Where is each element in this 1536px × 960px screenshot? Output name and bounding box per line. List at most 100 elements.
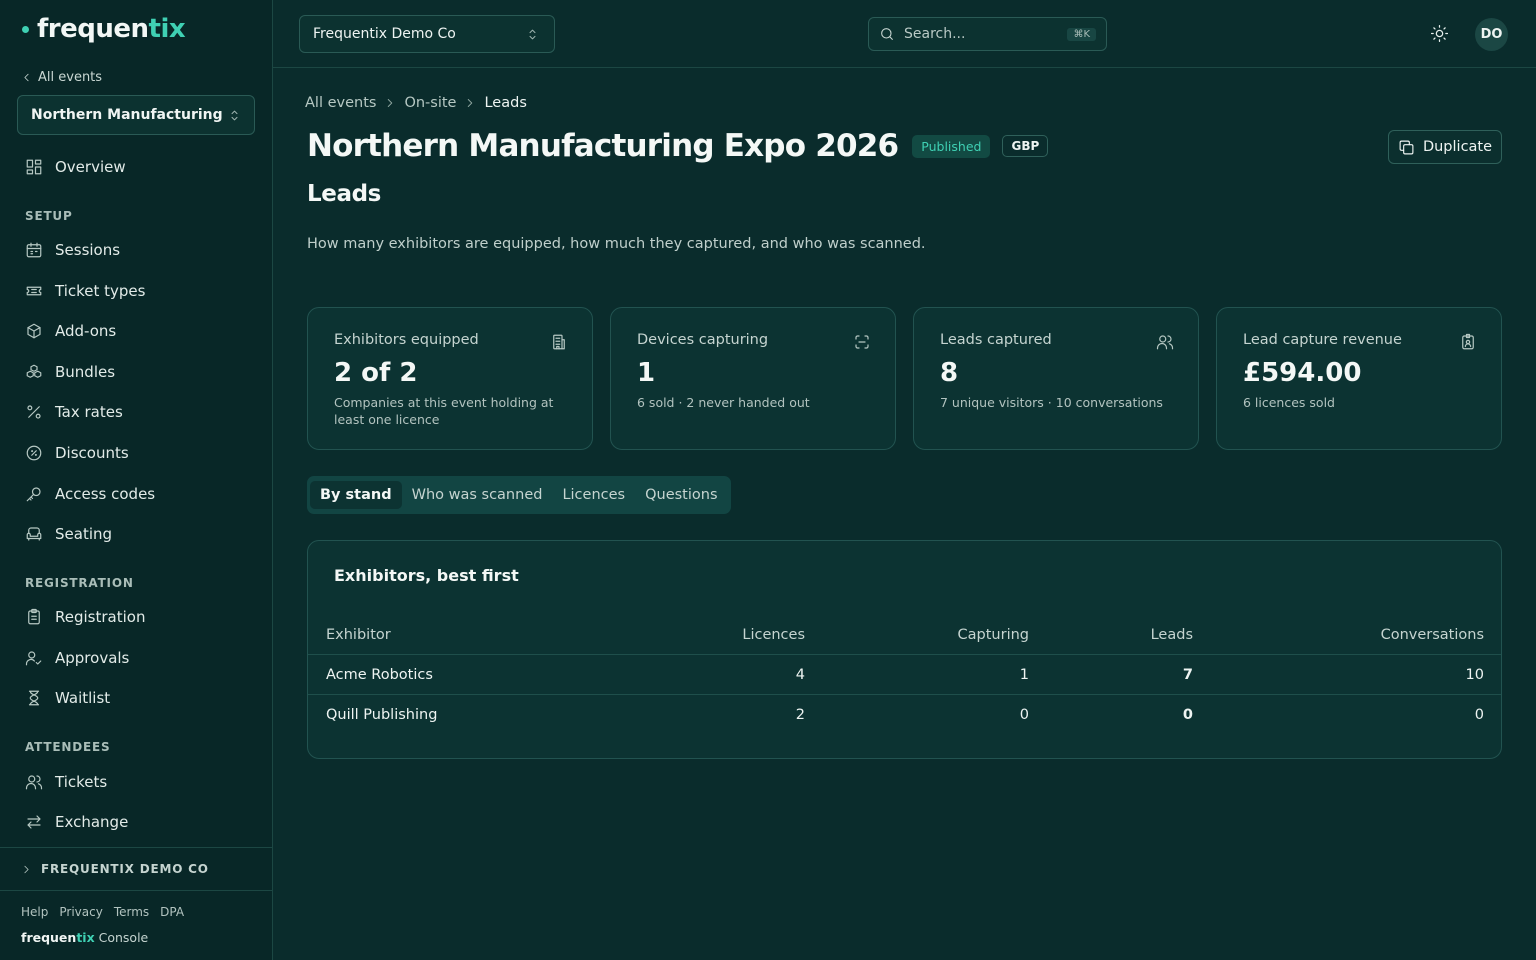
footer-link-terms[interactable]: Terms <box>114 905 149 919</box>
sidebar-item-ticket-types[interactable]: Ticket types <box>25 279 145 303</box>
tab-who-was-scanned[interactable]: Who was scanned <box>402 481 553 509</box>
stat-label: Lead capture revenue <box>1243 332 1402 348</box>
sidebar-item-registration[interactable]: Registration <box>25 605 145 629</box>
breadcrumb: All events On-site Leads <box>305 95 527 111</box>
tab-licences[interactable]: Licences <box>552 481 635 509</box>
stat-value: £594.00 <box>1243 358 1362 388</box>
badge-percent-icon <box>26 445 42 461</box>
topbar: Frequentix Demo Co Search... ⌘K DO <box>273 0 1536 68</box>
sidebar-item-label: Bundles <box>55 363 116 381</box>
logo[interactable]: frequentix <box>22 14 186 44</box>
percent-icon <box>27 405 41 419</box>
sidebar-item-bundles[interactable]: Bundles <box>25 360 115 384</box>
cell-leads: 7 <box>1182 666 1193 683</box>
duplicate-button-label: Duplicate <box>1422 139 1493 155</box>
search-input[interactable]: Search... ⌘K <box>868 17 1107 51</box>
nav-section-registration: REGISTRATION <box>25 576 134 590</box>
users-icon <box>25 775 43 790</box>
org-switcher[interactable]: FREQUENTIX DEMO CO <box>0 847 272 891</box>
stat-label: Exhibitors equipped <box>334 332 479 348</box>
stat-value: 1 <box>637 358 656 388</box>
badge-icon <box>1462 333 1474 350</box>
sidebar-item-label: Seating <box>55 525 113 543</box>
organization-select-value: Frequentix Demo Co <box>313 26 456 42</box>
footer-link-dpa[interactable]: DPA <box>160 905 184 919</box>
tab-questions[interactable]: Questions <box>635 481 727 509</box>
clipboard-icon <box>28 608 40 625</box>
chevrons-up-down-icon <box>529 29 536 39</box>
column-header-licences[interactable]: Licences <box>742 627 805 643</box>
sidebar-item-access-codes[interactable]: Access codes <box>25 482 155 506</box>
stat-subtext: 6 licences sold <box>1243 395 1335 410</box>
section-title: Leads <box>307 181 381 207</box>
sidebar-item-label: Tax rates <box>55 403 123 421</box>
sidebar-item-exchange[interactable]: Exchange <box>25 810 128 834</box>
tab-by-stand[interactable]: By stand <box>310 481 402 509</box>
sidebar-item-label: Add-ons <box>55 322 117 340</box>
sidebar-item-label: Sessions <box>55 241 121 259</box>
back-link-label: All events <box>38 70 103 85</box>
logo-dot <box>22 25 29 33</box>
duplicate-button[interactable]: Duplicate <box>1388 130 1502 164</box>
page-header: Northern Manufacturing Expo 2026 Publish… <box>307 128 1049 164</box>
search-shortcut: ⌘K <box>1067 27 1096 41</box>
breadcrumb-current: Leads <box>484 95 527 111</box>
breadcrumb-all-events[interactable]: All events <box>305 95 376 111</box>
table-row[interactable]: Quill Publishing 2 0 0 0 <box>308 695 1501 735</box>
chevron-right-icon <box>468 99 473 107</box>
sidebar-item-tickets[interactable]: Tickets <box>25 770 107 794</box>
cell-conversations: 10 <box>1465 666 1484 683</box>
armchair-icon <box>26 527 42 541</box>
sidebar-item-label: Approvals <box>55 649 130 667</box>
stat-card-devices-capturing: Devices capturing 1 6 sold · 2 never han… <box>610 307 896 450</box>
cell-capturing: 0 <box>1019 707 1029 723</box>
status-badge: Published <box>912 134 991 158</box>
console-brand: frequentix Console <box>21 930 149 945</box>
table-row[interactable]: Acme Robotics 4 1 7 10 <box>308 655 1501 695</box>
sidebar-item-seating[interactable]: Seating <box>25 522 112 546</box>
cell-conversations: 0 <box>1474 707 1484 723</box>
building-icon <box>553 334 565 350</box>
column-header-exhibitor[interactable]: Exhibitor <box>326 627 391 643</box>
sidebar-item-label: Overview <box>55 158 126 176</box>
sidebar-item-discounts[interactable]: Discounts <box>25 441 129 465</box>
footer-links: Help Privacy Terms DPA <box>21 905 184 919</box>
theme-toggle-button[interactable] <box>1430 24 1449 43</box>
sidebar-item-overview[interactable]: Overview <box>25 155 126 179</box>
sun-icon <box>1430 24 1449 43</box>
users-icon <box>1156 335 1174 350</box>
sidebar-item-label: Registration <box>55 608 146 626</box>
footer-link-help[interactable]: Help <box>21 905 48 919</box>
table-title: Exhibitors, best first <box>334 566 519 585</box>
stat-value: 8 <box>940 358 959 388</box>
cell-licences: 2 <box>795 707 805 723</box>
event-select[interactable]: Northern Manufacturing ... <box>17 95 255 135</box>
user-check-icon <box>25 651 42 666</box>
org-name: FREQUENTIX DEMO CO <box>41 862 209 876</box>
sidebar-item-sessions[interactable]: Sessions <box>25 238 120 262</box>
sidebar-item-approvals[interactable]: Approvals <box>25 646 129 670</box>
sidebar-item-label: Waitlist <box>55 689 111 707</box>
footer-link-privacy[interactable]: Privacy <box>59 905 102 919</box>
search-icon <box>881 28 893 40</box>
exhibitors-table-card: Exhibitors, best first Exhibitor Licence… <box>307 540 1502 759</box>
sidebar-item-label: Access codes <box>55 485 156 503</box>
stat-label: Devices capturing <box>637 332 769 348</box>
breadcrumb-on-site[interactable]: On-site <box>404 95 456 111</box>
ticket-icon <box>26 286 42 296</box>
sidebar-item-add-ons[interactable]: Add-ons <box>25 319 116 343</box>
cell-licences: 4 <box>795 666 805 683</box>
sidebar: frequentix All events Northern Manufactu… <box>0 0 273 960</box>
page-title: Northern Manufacturing Expo 2026 <box>307 128 899 164</box>
column-header-conversations[interactable]: Conversations <box>1381 627 1484 643</box>
column-header-leads[interactable]: Leads <box>1151 627 1193 643</box>
column-header-capturing[interactable]: Capturing <box>958 627 1029 643</box>
back-to-all-events-link[interactable]: All events <box>20 70 102 85</box>
organization-select[interactable]: Frequentix Demo Co <box>299 15 555 53</box>
copy-icon <box>1399 140 1414 154</box>
sidebar-item-label: Exchange <box>55 813 129 831</box>
stat-subtext: Companies at this event holding at least… <box>334 395 554 427</box>
sidebar-item-waitlist[interactable]: Waitlist <box>25 686 110 710</box>
avatar[interactable]: DO <box>1475 18 1508 51</box>
sidebar-item-tax-rates[interactable]: Tax rates <box>25 400 123 424</box>
